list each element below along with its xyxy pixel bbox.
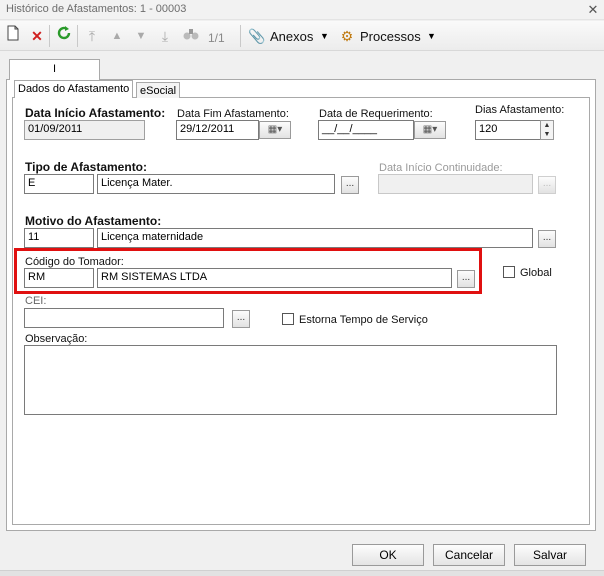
- data-fim-label: Data Fim Afastamento:: [177, 108, 289, 120]
- dias-afastamento-label: Dias Afastamento:: [475, 104, 565, 116]
- tipo-afastamento-label: Tipo de Afastamento:: [25, 160, 148, 174]
- toolbar: ✕ ⤒ ▲ ▼ ⤓ 1/1 📎 Anexos ▼ ⚙ Processos ▼: [0, 21, 604, 51]
- new-document-icon[interactable]: [3, 25, 23, 47]
- tipo-afastamento-code[interactable]: E: [24, 174, 94, 194]
- codigo-tomador-description[interactable]: RM SISTEMAS LTDA: [97, 268, 452, 288]
- cei-lookup-button[interactable]: ...: [232, 310, 250, 328]
- first-record-icon[interactable]: ⤒: [82, 25, 102, 47]
- last-record-icon[interactable]: ⤓: [155, 25, 175, 47]
- data-requerimento-label: Data de Requerimento:: [319, 108, 433, 120]
- toolbar-separator: [77, 25, 78, 47]
- observacao-label: Observação:: [25, 333, 88, 345]
- data-inicio-label: Data Início Afastamento:: [25, 106, 166, 120]
- codigo-tomador-code[interactable]: RM: [24, 268, 94, 288]
- chevron-down-icon[interactable]: ▼: [320, 31, 329, 41]
- chevron-down-icon[interactable]: ▼: [427, 31, 436, 41]
- data-inicio-field[interactable]: 01/09/2011: [24, 120, 145, 140]
- tab-identificacao[interactable]: I: [9, 59, 100, 80]
- data-requerimento-field[interactable]: __/__/____: [318, 120, 414, 140]
- motivo-afastamento-code[interactable]: 11: [24, 228, 94, 248]
- calendar-dropdown-icon[interactable]: ▦▾: [414, 121, 446, 139]
- delete-icon[interactable]: ✕: [27, 25, 47, 47]
- window-title: Histórico de Afastamentos: 1 - 00003: [6, 3, 187, 15]
- toolbar-separator: [49, 25, 50, 47]
- refresh-icon[interactable]: [54, 25, 74, 47]
- cei-label: CEI:: [25, 295, 47, 307]
- estorna-checkbox[interactable]: [282, 313, 294, 325]
- data-fim-field[interactable]: 29/12/2011: [176, 120, 259, 140]
- motivo-afastamento-label: Motivo do Afastamento:: [25, 214, 162, 228]
- tipo-afastamento-lookup-button[interactable]: ...: [341, 176, 359, 194]
- estorna-label: Estorna Tempo de Serviço: [299, 314, 428, 326]
- codigo-tomador-label: Código do Tomador:: [25, 256, 124, 268]
- close-icon[interactable]: ✕: [584, 1, 602, 19]
- dias-afastamento-field[interactable]: 120: [475, 120, 541, 140]
- codigo-tomador-lookup-button[interactable]: ...: [457, 270, 475, 288]
- tab-dados-afastamento[interactable]: Dados do Afastamento: [14, 80, 134, 98]
- data-inicio-continuidade-label: Data Início Continuidade:: [379, 162, 503, 174]
- anexos-menu[interactable]: Anexos: [270, 29, 313, 44]
- tipo-afastamento-description[interactable]: Licença Mater.: [97, 174, 335, 194]
- status-strip: [0, 570, 604, 576]
- record-counter: 1/1: [208, 31, 225, 45]
- dias-spinner[interactable]: ▲ ▼: [540, 120, 554, 140]
- cancel-button[interactable]: Cancelar: [433, 544, 505, 566]
- paperclip-icon[interactable]: 📎: [247, 25, 267, 47]
- motivo-afastamento-lookup-button[interactable]: ...: [538, 230, 556, 248]
- toolbar-separator: [240, 25, 241, 47]
- global-label: Global: [520, 267, 552, 279]
- calendar-dropdown-icon[interactable]: ▦▾: [259, 121, 291, 139]
- cei-field[interactable]: [24, 308, 224, 328]
- title-bar: Histórico de Afastamentos: 1 - 00003 ✕: [0, 0, 604, 20]
- motivo-afastamento-description[interactable]: Licença maternidade: [97, 228, 533, 248]
- processos-menu[interactable]: Processos: [360, 29, 421, 44]
- next-record-icon[interactable]: ▼: [131, 25, 151, 47]
- observacao-textarea[interactable]: [24, 345, 557, 415]
- previous-record-icon[interactable]: ▲: [107, 25, 127, 47]
- save-button[interactable]: Salvar: [514, 544, 586, 566]
- ok-button[interactable]: OK: [352, 544, 424, 566]
- data-inicio-continuidade-lookup-button[interactable]: ...: [538, 176, 556, 194]
- gears-icon[interactable]: ⚙: [337, 25, 357, 47]
- global-checkbox[interactable]: [503, 266, 515, 278]
- tab-esocial[interactable]: eSocial: [136, 82, 181, 98]
- data-inicio-continuidade-field[interactable]: [378, 174, 533, 194]
- binoculars-icon[interactable]: [181, 25, 201, 47]
